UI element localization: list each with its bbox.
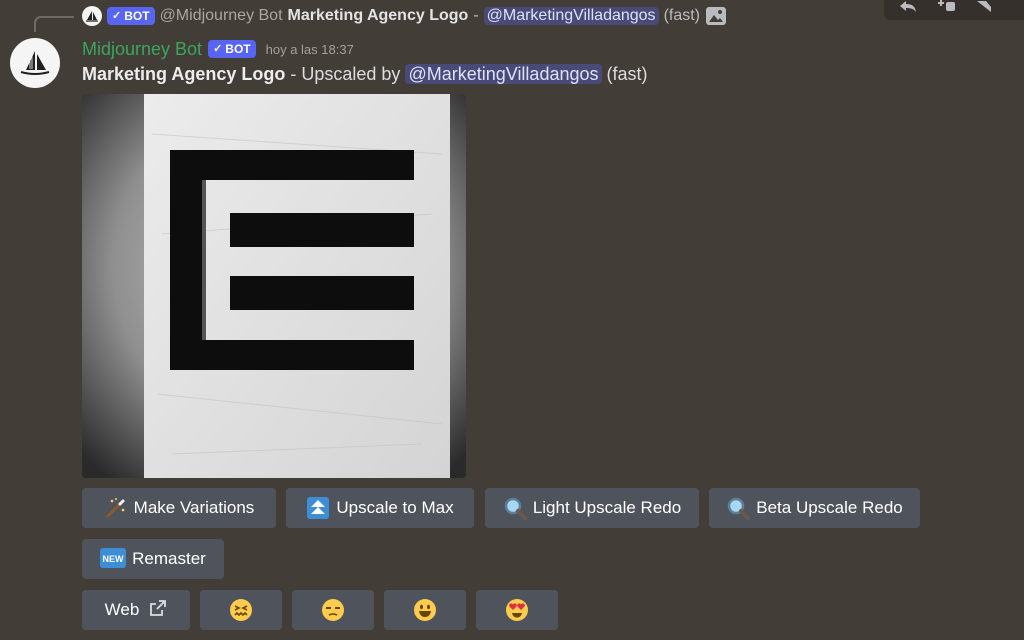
web-label: Web	[104, 600, 140, 619]
message-content: Marketing Agency Logo - Upscaled by @Mar…	[82, 64, 648, 88]
more-icon[interactable]	[974, 0, 994, 13]
reply-icon[interactable]	[898, 0, 918, 13]
upscale-max-button[interactable]: Upscale to Max	[286, 488, 474, 528]
web-link-button[interactable]: Web	[82, 590, 190, 630]
upscaled-text: - Upscaled by	[290, 64, 401, 84]
external-link-icon	[149, 599, 167, 622]
grinning-face-emoji	[413, 598, 437, 622]
heart-eyes-emoji	[505, 598, 529, 622]
message-hover-toolbar	[884, 0, 1024, 20]
beta-upscale-redo-button[interactable]: Beta Upscale Redo	[709, 488, 920, 528]
username[interactable]: Midjourney Bot	[82, 39, 202, 60]
attachment-image[interactable]	[82, 94, 466, 478]
light-upscale-redo-label: Light Upscale Redo	[532, 498, 682, 517]
magic-wand-icon	[104, 496, 128, 520]
reply-spine	[34, 16, 74, 32]
reaction-unamused-button[interactable]	[292, 590, 374, 630]
reply-mention[interactable]: @MarketingVilladangos	[483, 7, 659, 25]
confounded-face-emoji	[229, 598, 253, 622]
image-icon	[705, 6, 727, 26]
reply-avatar	[82, 6, 102, 26]
new-badge-text: NEW	[103, 554, 125, 564]
message-header: Midjourney Bot ✓ BOT hoy a las 18:37	[82, 36, 354, 62]
verified-check-icon: ✓	[213, 43, 223, 55]
reply-author[interactable]: @Midjourney Bot	[160, 7, 283, 25]
reply-mode: (fast)	[663, 7, 701, 24]
magnifier-icon	[726, 496, 751, 520]
new-badge-icon: NEW	[100, 547, 127, 571]
remaster-label: Remaster	[132, 549, 206, 568]
reply-reference[interactable]: ✓ BOT @Midjourney Bot Marketing Agency L…	[82, 4, 727, 28]
remaster-button[interactable]: NEW Remaster	[82, 539, 224, 579]
reply-bot-tag: ✓ BOT	[107, 7, 155, 25]
avatar[interactable]	[10, 38, 60, 88]
verified-check-icon: ✓	[112, 10, 122, 22]
reaction-confounded-button[interactable]	[200, 590, 282, 630]
upscale-max-label: Upscale to Max	[336, 498, 454, 517]
unamused-face-emoji	[321, 598, 345, 622]
message-title: Marketing Agency Logo	[82, 64, 286, 84]
reply-content-title: Marketing Agency Logo	[287, 7, 469, 24]
mode-text: (fast)	[606, 64, 648, 84]
reaction-heart-eyes-button[interactable]	[476, 590, 558, 630]
up-arrows-icon	[306, 496, 330, 520]
magnifier-icon	[503, 496, 527, 520]
add-reaction-icon[interactable]	[936, 0, 956, 13]
mention[interactable]: @MarketingVilladangos	[405, 64, 602, 84]
light-upscale-redo-button[interactable]: Light Upscale Redo	[485, 488, 699, 528]
reaction-grinning-button[interactable]	[384, 590, 466, 630]
beta-upscale-redo-label: Beta Upscale Redo	[756, 498, 903, 517]
timestamp: hoy a las 18:37	[265, 41, 354, 57]
bot-tag: ✓ BOT	[208, 40, 256, 58]
make-variations-label: Make Variations	[133, 498, 255, 517]
reply-separator: -	[473, 7, 479, 24]
make-variations-button[interactable]: Make Variations	[82, 488, 276, 528]
